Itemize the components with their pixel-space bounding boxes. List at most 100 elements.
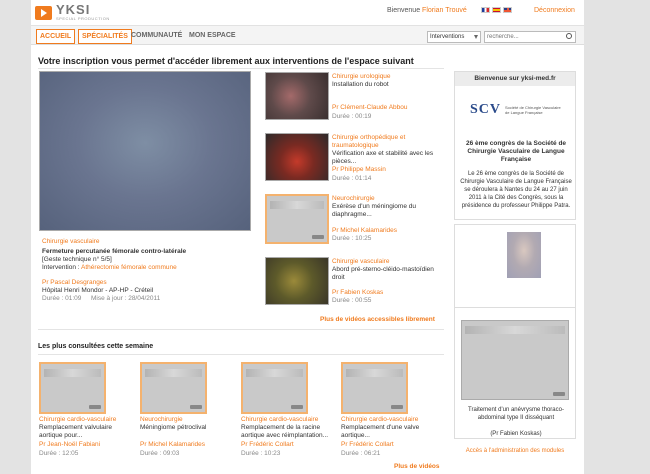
- search-scope-value: Interventions: [430, 34, 465, 40]
- page: YKSI SPECIAL PRODUCTION Bienvenue Floria…: [31, 0, 584, 474]
- featured-sidebar-video: Traitement d'un anévrysme thoraco-abdomi…: [454, 307, 576, 439]
- video-thumbnail[interactable]: [140, 362, 207, 414]
- section-divider: [38, 329, 444, 330]
- video-category[interactable]: Chirurgie cardio-vasculaire: [39, 416, 131, 424]
- tab-communaute[interactable]: COMMUNAUTÉ: [128, 29, 185, 44]
- language-switcher: [481, 7, 512, 13]
- tab-mon-espace[interactable]: MON ESPACE: [186, 29, 239, 44]
- brand-name: YKSI: [56, 2, 91, 17]
- video-thumbnail[interactable]: [265, 257, 329, 305]
- partner-name: Société de Chirurgie Vasculaire de Langu…: [505, 105, 561, 115]
- video-author[interactable]: Pr Michel Kalamarides: [332, 227, 444, 235]
- popular-divider: [38, 354, 444, 355]
- flag-uk-icon[interactable]: [503, 7, 512, 13]
- video-title[interactable]: Abord pré-sterno-cléido-mastoïdien: [332, 266, 444, 274]
- tab-accueil[interactable]: ACCUEIL: [36, 29, 76, 44]
- brand-tagline: SPECIAL PRODUCTION: [56, 16, 110, 21]
- search-input[interactable]: [484, 31, 576, 43]
- welcome-text: Bienvenue: [387, 7, 421, 14]
- video-thumbnail[interactable]: [241, 362, 308, 414]
- video-duration: Durée : 12:05: [39, 450, 79, 457]
- flag-es-icon[interactable]: [492, 7, 501, 13]
- flag-fr-icon[interactable]: [481, 7, 490, 13]
- search-scope-select[interactable]: Interventions: [427, 31, 481, 43]
- sidebar-video-thumbnail[interactable]: [461, 320, 569, 400]
- user-name[interactable]: Florian Trouvé: [422, 7, 467, 14]
- video-category[interactable]: Neurochirurgie: [140, 416, 232, 424]
- welcome-message: Bienvenue Florian Trouvé: [387, 7, 467, 14]
- admin-modules-link[interactable]: Accès à l'administration des modules: [454, 448, 576, 454]
- video-duration: Durée : 10:25: [332, 235, 372, 242]
- site-logo[interactable]: YKSI SPECIAL PRODUCTION: [35, 2, 110, 21]
- welcome-box: Bienvenue sur yksi-med.fr SCV Société de…: [454, 71, 576, 220]
- video-title[interactable]: Remplacement de la racine: [241, 424, 333, 432]
- logout-link[interactable]: Déconnexion: [534, 7, 575, 14]
- video-title[interactable]: Exérèse d'un méningiome du: [332, 203, 444, 211]
- video-thumbnail[interactable]: [265, 133, 329, 181]
- search-icon[interactable]: [566, 33, 572, 39]
- video-duration: Durée : 09:03: [140, 450, 180, 457]
- video-title-line2[interactable]: droit: [332, 274, 444, 282]
- top-bar: YKSI SPECIAL PRODUCTION Bienvenue Floria…: [31, 0, 584, 25]
- video-title[interactable]: Vérification axe et stabilité avec les: [332, 150, 444, 158]
- video-thumbnail[interactable]: [265, 194, 329, 244]
- video-author[interactable]: Pr Philippe Massin: [332, 166, 444, 174]
- video-title[interactable]: Remplacement d'une valve: [341, 424, 433, 432]
- more-free-videos-link[interactable]: Plus de vidéos accessibles librement: [320, 316, 435, 323]
- featured-hospital: Hôpital Henri Mondor - AP-HP - Créteil: [42, 287, 154, 294]
- scv-logo-icon: SCV: [470, 102, 502, 117]
- video-category[interactable]: Chirurgie cardio-vasculaire: [241, 416, 333, 424]
- video-title-line2[interactable]: pièces...: [332, 158, 444, 166]
- video-category[interactable]: Chirurgie orthopédique et: [332, 134, 444, 142]
- video-title-line2[interactable]: diaphragme...: [332, 211, 444, 219]
- play-logo-icon: [35, 5, 52, 20]
- video-title-line2[interactable]: aortique pour...: [39, 432, 131, 440]
- video-thumbnail[interactable]: [341, 362, 408, 414]
- congress-title: 26 ème congrès de la Société de Chirurgi…: [465, 140, 567, 163]
- sidebar-video-author: (Pr Fabien Koskas): [490, 431, 542, 437]
- featured-category[interactable]: Chirurgie vasculaire: [42, 238, 99, 245]
- video-title[interactable]: Méningiome pétroclival: [140, 424, 232, 432]
- video-title-line2[interactable]: aortique...: [341, 432, 433, 440]
- featured-subtitle: [Geste technique n° 5/5]: [42, 256, 112, 263]
- video-duration: Durée : 00:55: [332, 297, 372, 304]
- video-category[interactable]: Chirurgie urologique: [332, 73, 444, 81]
- featured-date: Mise à jour : 28/04/2011: [91, 295, 161, 302]
- video-author[interactable]: Pr Clément-Claude Abbou: [332, 104, 444, 112]
- video-title-line2[interactable]: aortique avec réimplantation...: [241, 432, 333, 440]
- sidebar-video-caption[interactable]: Traitement d'un anévrysme thoraco-abdomi…: [459, 406, 573, 422]
- video-category[interactable]: Chirurgie vasculaire: [332, 258, 444, 266]
- intervention-label: Intervention :: [42, 264, 80, 271]
- featured-title[interactable]: Fermeture percutanée fémorale contro-lat…: [42, 248, 186, 255]
- video-author[interactable]: Pr Frédéric Collart: [341, 441, 433, 449]
- partner-logo[interactable]: SCV Société de Chirurgie Vasculaire de L…: [470, 102, 561, 118]
- popular-section-title: Les plus consultées cette semaine: [38, 343, 154, 350]
- video-author[interactable]: Pr Michel Kalamarides: [140, 441, 232, 449]
- video-thumbnail[interactable]: [39, 362, 106, 414]
- featured-intervention: Intervention : Athérectomie fémorale com…: [42, 264, 177, 271]
- video-category[interactable]: Neurochirurgie: [332, 195, 444, 203]
- tab-specialites[interactable]: SPÉCIALITÉS: [78, 29, 132, 44]
- video-duration: Durée : 00:19: [332, 113, 372, 120]
- featured-author[interactable]: Pr Pascal Desgranges: [42, 279, 107, 286]
- video-title[interactable]: Remplacement valvulaire: [39, 424, 131, 432]
- intervention-link[interactable]: Athérectomie fémorale commune: [81, 264, 177, 271]
- main-nav: ACCUEIL SPÉCIALITÉS COMMUNAUTÉ MON ESPAC…: [31, 25, 584, 45]
- video-thumbnail[interactable]: [265, 72, 329, 120]
- video-author[interactable]: Pr Frédéric Collart: [241, 441, 333, 449]
- featured-video-player[interactable]: [39, 71, 251, 231]
- portrait-image: [507, 232, 541, 278]
- video-title[interactable]: Installation du robot: [332, 81, 444, 89]
- page-title: Votre inscription vous permet d'accéder …: [38, 56, 414, 66]
- video-category[interactable]: Chirurgie cardio-vasculaire: [341, 416, 433, 424]
- video-duration: Durée : 06:21: [341, 450, 381, 457]
- video-author[interactable]: Pr Jean-Noël Fabiani: [39, 441, 131, 449]
- title-divider: [38, 68, 444, 69]
- video-author[interactable]: Pr Fabien Koskas: [332, 289, 444, 297]
- congress-text: Le 26 ème congrès de la Société de Chiru…: [460, 171, 572, 209]
- more-videos-link[interactable]: Plus de vidéos: [394, 463, 440, 470]
- chevron-down-icon: [474, 35, 478, 39]
- welcome-box-title: Bienvenue sur yksi-med.fr: [455, 72, 575, 86]
- video-category-line2[interactable]: traumatologique: [332, 142, 444, 150]
- video-duration: Durée : 01:14: [332, 175, 372, 182]
